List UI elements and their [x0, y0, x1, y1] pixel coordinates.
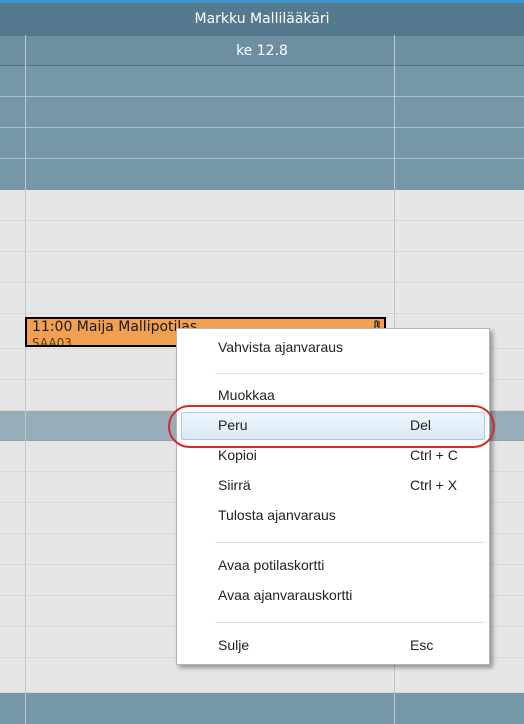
- menu-item-label: Vahvista ajanvaraus: [218, 339, 344, 355]
- menu-item-close[interactable]: Sulje Esc: [181, 632, 485, 660]
- menu-item-shortcut: Ctrl + C: [410, 447, 458, 463]
- time-slot-row[interactable]: [0, 159, 524, 190]
- menu-item-confirm-booking[interactable]: Vahvista ajanvaraus: [181, 334, 485, 362]
- appointment-code: SAA03: [32, 336, 72, 347]
- time-slot-row[interactable]: [0, 221, 524, 252]
- menu-separator: [215, 373, 485, 374]
- menu-separator: [215, 542, 485, 543]
- context-menu: Vahvista ajanvaraus Muokkaa Peru Del Kop…: [176, 328, 490, 665]
- menu-item-label: Siirrä: [218, 477, 251, 493]
- time-slot-row[interactable]: [0, 97, 524, 128]
- menu-item-move[interactable]: Siirrä Ctrl + X: [181, 472, 485, 500]
- time-slot-row[interactable]: [0, 190, 524, 221]
- menu-item-label: Kopioi: [218, 447, 257, 463]
- time-slot-row[interactable]: [0, 66, 524, 97]
- column-divider: [25, 35, 26, 724]
- date-column-header: ke 12.8: [0, 35, 524, 66]
- menu-item-label: Sulje: [218, 637, 250, 653]
- highlight-annotation-circle: [168, 405, 495, 448]
- menu-item-label: Muokkaa: [218, 387, 275, 403]
- menu-item-label: Tulosta ajanvaraus: [218, 507, 336, 523]
- menu-item-shortcut: Esc: [410, 637, 434, 653]
- menu-item-label: Avaa potilaskortti: [218, 557, 325, 573]
- menu-separator: [215, 622, 485, 623]
- time-slot-row[interactable]: [0, 128, 524, 159]
- menu-item-open-patient-card[interactable]: Avaa potilaskortti: [181, 552, 485, 580]
- appointment-title: 11:00 Maija Mallipotilas: [32, 319, 198, 335]
- menu-item-open-booking-card[interactable]: Avaa ajanvarauskortti: [181, 582, 485, 610]
- menu-item-print-booking[interactable]: Tulosta ajanvaraus: [181, 502, 485, 530]
- time-slot-row[interactable]: [0, 693, 524, 724]
- doctor-column-header: Markku Mallilääkäri: [0, 0, 524, 35]
- menu-item-label: Avaa ajanvarauskortti: [218, 587, 353, 603]
- menu-item-shortcut: Ctrl + X: [410, 477, 458, 493]
- time-slot-row[interactable]: [0, 283, 524, 314]
- time-slot-row[interactable]: [0, 252, 524, 283]
